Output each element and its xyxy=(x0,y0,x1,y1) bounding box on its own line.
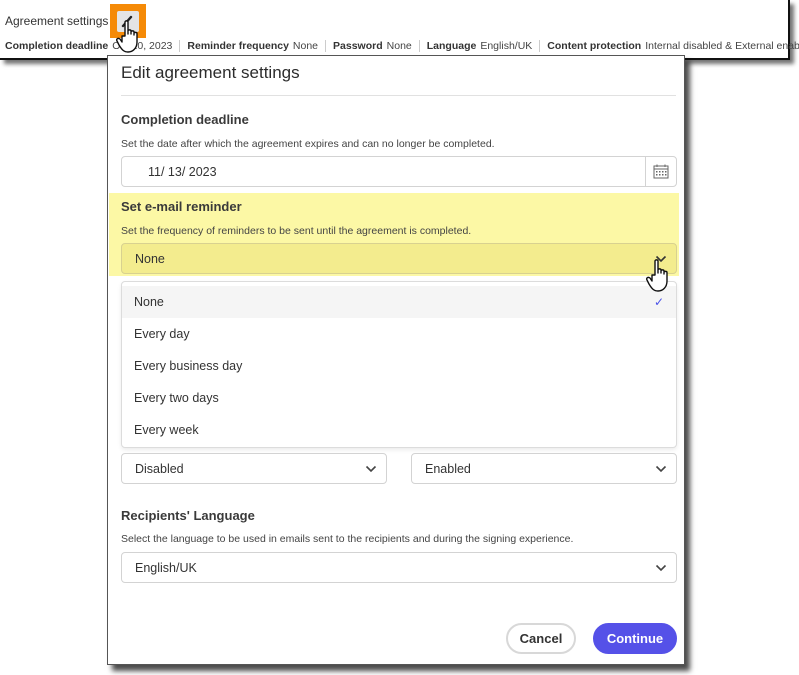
completion-deadline-description: Set the date after which the agreement e… xyxy=(121,138,495,150)
continue-button[interactable]: Continue xyxy=(593,623,677,654)
option-label: None xyxy=(134,295,164,309)
calendar-icon xyxy=(653,164,669,179)
option-label: Every business day xyxy=(134,359,243,373)
reminder-option-none[interactable]: None ✓ xyxy=(122,286,676,318)
recipients-language-description: Select the language to be used in emails… xyxy=(121,533,574,545)
summary-value-password: None xyxy=(386,40,412,52)
completion-deadline-date-input[interactable]: 11/ 13/ 2023 xyxy=(121,156,677,187)
cancel-button[interactable]: Cancel xyxy=(506,623,576,654)
summary-title: Agreement settings xyxy=(5,14,109,28)
reminder-option-every-day[interactable]: Every day xyxy=(122,318,676,350)
reminder-selected-value: None xyxy=(135,252,165,266)
recipients-language-title: Recipients' Language xyxy=(121,508,255,523)
chevron-down-icon xyxy=(365,465,377,473)
reminder-option-every-business-day[interactable]: Every business day xyxy=(122,350,676,382)
chevron-down-icon xyxy=(655,465,667,473)
reminder-options-list: None ✓ Every day Every business day Ever… xyxy=(121,281,677,448)
divider xyxy=(539,40,541,52)
email-reminder-description: Set the frequency of reminders to be sen… xyxy=(121,225,472,237)
summary-label-language: Language xyxy=(426,40,477,52)
completion-deadline-title: Completion deadline xyxy=(121,112,249,127)
divider xyxy=(325,40,327,52)
email-reminder-title: Set e-mail reminder xyxy=(121,199,242,214)
recipients-language-select[interactable]: English/UK xyxy=(121,552,677,583)
email-reminder-select[interactable]: None xyxy=(121,243,677,274)
divider xyxy=(121,95,676,96)
internal-protection-value: Disabled xyxy=(135,462,184,476)
external-protection-select[interactable]: Enabled xyxy=(411,453,677,484)
summary-value-protection: Internal disabled & External enabled xyxy=(645,40,799,52)
edit-agreement-settings-dialog: Edit agreement settings Completion deadl… xyxy=(107,55,685,665)
internal-protection-select[interactable]: Disabled xyxy=(121,453,387,484)
summary-value-reminder: None xyxy=(292,40,319,52)
divider xyxy=(418,40,420,52)
hand-cursor-icon xyxy=(646,259,668,292)
option-label: Every day xyxy=(134,327,190,341)
summary-label-protection: Content protection xyxy=(547,40,642,52)
hand-cursor-icon xyxy=(116,20,138,53)
date-value: 11/ 13/ 2023 xyxy=(148,165,217,179)
divider xyxy=(179,40,181,52)
reminder-option-every-two-days[interactable]: Every two days xyxy=(122,382,676,414)
summary-value-language: English/UK xyxy=(480,40,533,52)
chevron-down-icon xyxy=(655,564,667,572)
option-label: Every two days xyxy=(134,391,219,405)
dialog-title: Edit agreement settings xyxy=(121,63,300,82)
language-value: English/UK xyxy=(135,561,197,575)
reminder-option-every-week[interactable]: Every week xyxy=(122,414,676,446)
summary-label-deadline: Completion deadline xyxy=(5,40,109,52)
summary-label-reminder: Reminder frequency xyxy=(187,40,289,52)
calendar-button[interactable] xyxy=(645,157,676,186)
option-label: Every week xyxy=(134,423,199,437)
summary-label-password: Password xyxy=(333,40,383,52)
external-protection-value: Enabled xyxy=(425,462,471,476)
